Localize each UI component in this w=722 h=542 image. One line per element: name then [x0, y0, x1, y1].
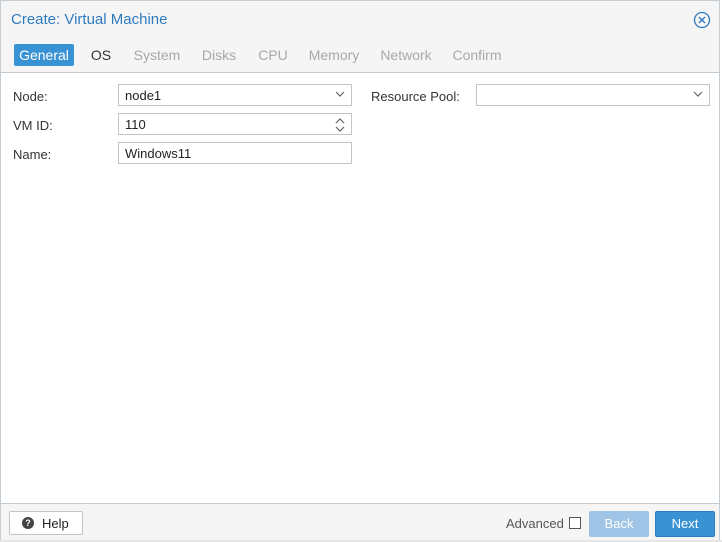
help-button[interactable]: ? Help — [9, 511, 83, 535]
tab-network: Network — [380, 47, 432, 63]
wizard-tabs: General OS System Disks CPU Memory Netwo… — [1, 39, 719, 73]
chevron-down-icon — [693, 91, 703, 97]
resource-pool-select[interactable] — [476, 84, 710, 106]
tab-confirm: Confirm — [452, 47, 502, 63]
general-panel: Node: node1 VM ID: 110 Name: Windows11 R… — [1, 73, 719, 503]
close-icon[interactable] — [693, 11, 711, 29]
name-label: Name: — [13, 147, 52, 162]
spinner-arrows-icon[interactable] — [335, 116, 345, 134]
vmid-spinner[interactable]: 110 — [118, 113, 352, 135]
tab-disks: Disks — [201, 47, 237, 63]
node-value: node1 — [125, 88, 162, 103]
chevron-down-icon — [335, 91, 345, 97]
next-button[interactable]: Next — [655, 511, 715, 537]
advanced-label: Advanced — [506, 516, 564, 531]
dialog-footer: ? Help Advanced Back Next — [1, 503, 719, 541]
vmid-label: VM ID: — [13, 118, 53, 133]
name-value: Windows11 — [125, 146, 192, 161]
node-select[interactable]: node1 — [118, 84, 352, 106]
dialog-title: Create: Virtual Machine — [11, 11, 168, 28]
tab-general[interactable]: General — [14, 44, 74, 66]
node-label: Node: — [13, 89, 48, 104]
back-button[interactable]: Back — [589, 511, 649, 537]
tab-cpu: CPU — [258, 47, 288, 63]
resource-pool-label: Resource Pool: — [371, 89, 460, 104]
tab-memory: Memory — [308, 47, 360, 63]
advanced-checkbox[interactable] — [569, 517, 581, 529]
question-icon: ? — [22, 517, 34, 529]
name-input[interactable]: Windows11 — [118, 142, 352, 164]
dialog-titlebar: Create: Virtual Machine — [1, 1, 719, 39]
tab-system: System — [133, 47, 181, 63]
vmid-value: 110 — [125, 117, 146, 132]
create-vm-dialog: Create: Virtual Machine General OS Syste… — [0, 0, 720, 541]
tab-os[interactable]: OS — [84, 44, 118, 66]
help-label: Help — [42, 516, 69, 531]
